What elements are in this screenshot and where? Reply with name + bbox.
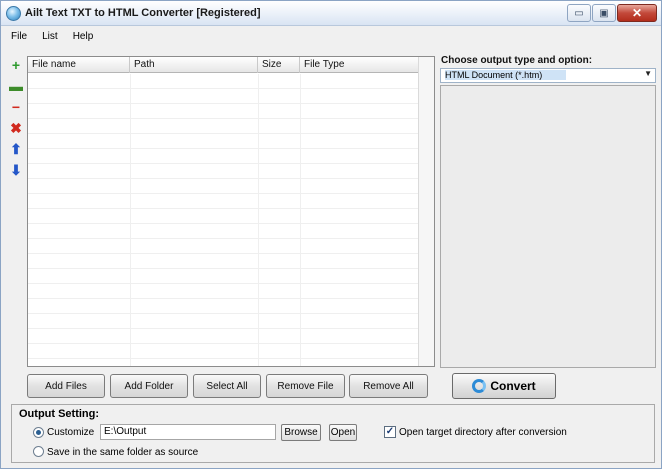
customize-label[interactable]: Customize [47, 427, 94, 438]
menu-help[interactable]: Help [63, 28, 99, 45]
move-up-icon[interactable]: ⬆ [9, 142, 23, 156]
file-list-rows [28, 74, 434, 366]
app-window: Ailt Text TXT to HTML Converter [Registe… [0, 0, 662, 469]
add-files-button[interactable]: Add Files [27, 374, 105, 398]
side-toolbar: + ▬ − ✖ ⬆ ⬇ [9, 58, 25, 184]
output-type-label: Choose output type and option: [441, 55, 593, 66]
select-all-button[interactable]: Select All [193, 374, 261, 398]
remove-all-button[interactable]: Remove All [349, 374, 428, 398]
add-folder-icon[interactable]: ▬ [9, 79, 23, 93]
remove-file-button[interactable]: Remove File [266, 374, 345, 398]
menu-bar: File List Help [1, 28, 661, 45]
remove-icon[interactable]: − [9, 100, 23, 114]
add-file-icon[interactable]: + [9, 58, 23, 72]
convert-label: Convert [490, 379, 536, 393]
menu-file[interactable]: File [1, 28, 32, 45]
grid-divider [130, 74, 131, 366]
close-button[interactable]: ✕ [617, 4, 657, 22]
open-button[interactable]: Open [329, 424, 357, 441]
window-title: Ailt Text TXT to HTML Converter [Registe… [25, 7, 261, 19]
file-list-scrollbar[interactable] [418, 57, 434, 366]
remove-all-icon[interactable]: ✖ [9, 121, 23, 135]
browse-button[interactable]: Browse [281, 424, 321, 441]
file-list[interactable]: File name Path Size File Type [27, 56, 435, 367]
chevron-down-icon[interactable]: ▼ [644, 69, 652, 78]
same-folder-label[interactable]: Save in the same folder as source [47, 447, 198, 458]
app-icon [6, 6, 21, 21]
output-path-input[interactable]: E:\Output [100, 424, 276, 440]
column-path[interactable]: Path [130, 57, 258, 73]
window-controls: ▭ ▣ ✕ [567, 4, 657, 22]
maximize-button[interactable]: ▣ [592, 4, 616, 22]
title-bar[interactable]: Ailt Text TXT to HTML Converter [Registe… [1, 1, 661, 26]
open-after-label[interactable]: Open target directory after conversion [399, 427, 567, 438]
customize-radio[interactable] [33, 427, 44, 438]
output-setting-title: Output Setting: [19, 408, 100, 420]
output-options-panel [440, 85, 656, 368]
minimize-button[interactable]: ▭ [567, 4, 591, 22]
add-folder-button[interactable]: Add Folder [110, 374, 188, 398]
file-list-header: File name Path Size File Type [28, 57, 420, 73]
refresh-icon [472, 379, 487, 393]
column-file-name[interactable]: File name [28, 57, 130, 73]
convert-button[interactable]: Convert [452, 373, 556, 399]
output-type-select[interactable]: HTML Document (*.htm) ▼ [440, 68, 656, 83]
grid-divider [300, 74, 301, 366]
open-after-checkbox[interactable]: ✓ [384, 426, 396, 438]
menu-list[interactable]: List [32, 28, 63, 45]
grid-divider [258, 74, 259, 366]
output-type-selected: HTML Document (*.htm) [445, 70, 567, 80]
column-size[interactable]: Size [258, 57, 300, 73]
column-file-type[interactable]: File Type [300, 57, 420, 73]
same-folder-radio[interactable] [33, 446, 44, 457]
move-down-icon[interactable]: ⬇ [9, 163, 23, 177]
